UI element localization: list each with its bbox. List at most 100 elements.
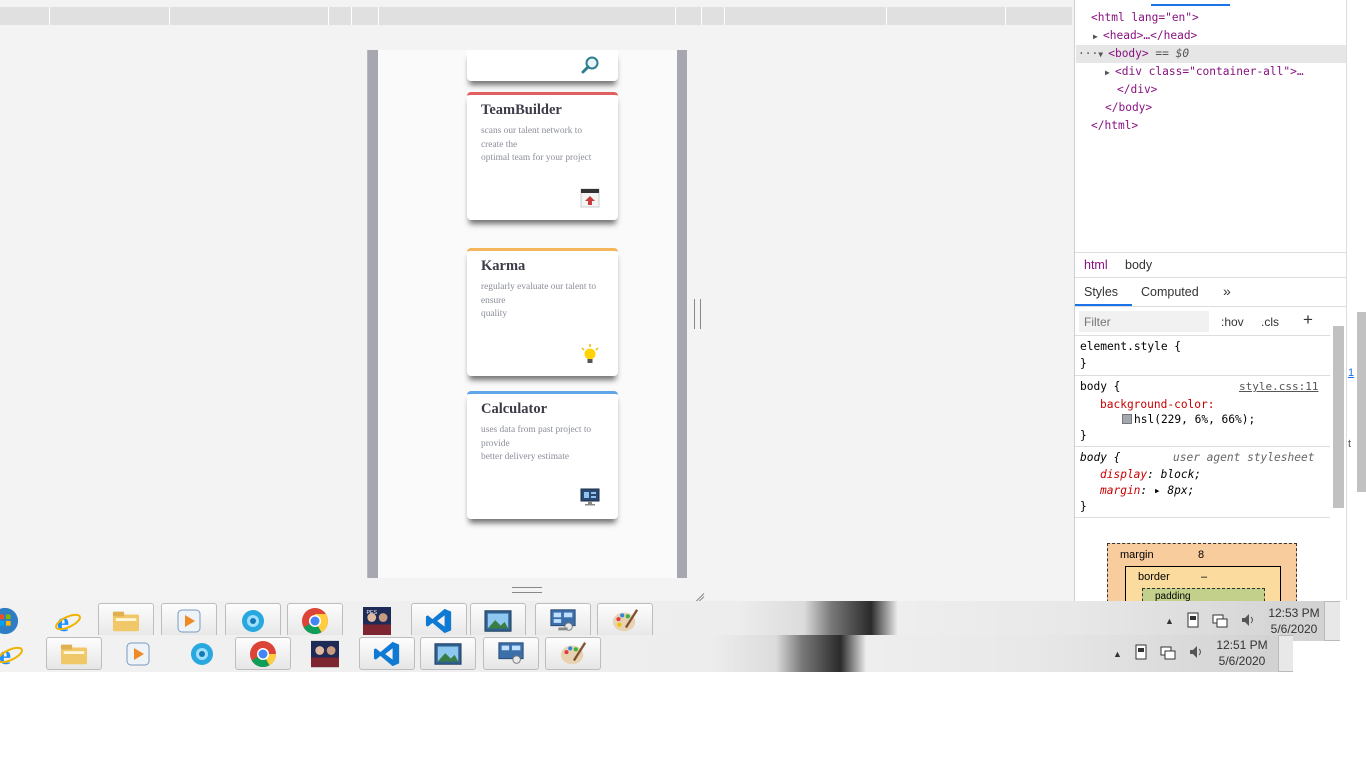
breadcrumb: html body	[1075, 252, 1346, 278]
card-calculator: Calculator uses data from past project t…	[467, 391, 618, 519]
device-resize-handle-corner[interactable]	[690, 583, 704, 597]
taskbar-remote-desktop-2[interactable]	[483, 637, 539, 670]
taskbar-paint-2[interactable]	[545, 637, 601, 670]
dom-node-body-close: </body>	[1105, 101, 1153, 114]
taskbar-game[interactable]: PES	[349, 603, 405, 639]
volume-icon[interactable]	[1240, 612, 1256, 631]
dom-node-html-close: </html>	[1091, 119, 1139, 132]
photo-viewer-icon	[434, 640, 462, 668]
football-game-icon	[311, 640, 339, 668]
show-desktop-button[interactable]	[1324, 601, 1340, 641]
taskbar-clock-2[interactable]: 12:51 PM 5/6/2020	[1210, 637, 1274, 669]
color-swatch[interactable]	[1122, 414, 1132, 424]
collapse-triangle-icon[interactable]: ▼	[1098, 46, 1108, 64]
football-game-icon: PES	[363, 607, 391, 635]
media-player-icon	[124, 640, 152, 668]
styles-tabbar: Styles Computed »	[1075, 279, 1346, 307]
new-rule-button[interactable]: +	[1303, 310, 1313, 330]
taskbar-remote-desktop[interactable]	[535, 603, 591, 639]
blank-area	[0, 672, 1366, 768]
network-icon[interactable]	[1212, 612, 1228, 631]
taskbar-chrome[interactable]	[287, 603, 343, 639]
photo-viewer-icon	[484, 607, 512, 635]
show-hidden-icons-icon[interactable]: ▲	[1113, 649, 1122, 659]
taskbar-explorer[interactable]	[98, 603, 154, 639]
screen: TeamBuilder scans our talent network to …	[0, 0, 1366, 768]
user-agent-rule: body { user agent stylesheet display: bl…	[1075, 448, 1330, 518]
card-title: Karma	[481, 258, 526, 274]
volume-icon[interactable]	[1188, 644, 1204, 663]
show-desktop-button-2[interactable]	[1278, 635, 1293, 672]
secondary-panel-edge: 1 t	[1346, 0, 1366, 600]
show-hidden-icons-icon[interactable]: ▲	[1165, 616, 1174, 626]
device-resize-handle-right[interactable]	[694, 299, 701, 329]
expand-triangle-icon[interactable]: ▶	[1105, 64, 1115, 82]
vscode-icon	[373, 640, 401, 668]
taskbar-chrome-2[interactable]	[235, 637, 291, 670]
hov-toggle[interactable]: :hov	[1221, 315, 1244, 329]
taskbar-ie-2[interactable]: e	[0, 637, 32, 670]
card-description: uses data from past project to provide b…	[481, 425, 592, 462]
start-orb-icon	[0, 607, 19, 635]
media-query-ruler[interactable]	[0, 7, 1072, 25]
dom-node-div[interactable]: ▶ <div class="container-all">…	[1105, 63, 1304, 82]
card-karma: Karma regularly evaluate our talent to e…	[467, 248, 618, 376]
card-partial-top	[467, 50, 618, 81]
tab-styles[interactable]: Styles	[1084, 285, 1118, 299]
element-style-rule[interactable]: element.style { }	[1075, 337, 1330, 376]
taskbar-browser-2[interactable]	[174, 637, 230, 670]
action-center-icon[interactable]	[1186, 612, 1200, 631]
taskbar-ie[interactable]: e	[40, 603, 96, 639]
browser-viewport: TeamBuilder scans our talent network to …	[0, 0, 1074, 603]
taskbar-media-player[interactable]	[161, 603, 217, 639]
taskbar-clock[interactable]: 12:53 PM 5/6/2020	[1262, 605, 1326, 637]
dom-node-html[interactable]: <html lang="en">	[1091, 9, 1199, 27]
devtools-panel: <html lang="en"> ▶ <head>…</head> ···▼ <bo…	[1074, 0, 1346, 603]
monitor-icon	[580, 487, 600, 507]
cls-toggle[interactable]: .cls	[1261, 315, 1279, 329]
secondary-scrollbar-thumb[interactable]	[1357, 312, 1366, 492]
taskbar-bottom: e ▲ 12:51 PM 5/6/2020	[0, 635, 1293, 672]
filter-input[interactable]	[1079, 311, 1209, 332]
media-player-icon	[175, 607, 203, 635]
breadcrumb-html[interactable]: html	[1084, 258, 1108, 272]
tab-computed[interactable]: Computed	[1141, 285, 1199, 299]
internet-explorer-icon: e	[54, 607, 82, 635]
responsive-device-frame: TeamBuilder scans our talent network to …	[367, 50, 687, 578]
box-model-diagram: margin 8 border – padding	[1107, 543, 1297, 603]
styles-scrollbar-thumb[interactable]	[1333, 326, 1344, 508]
calendar-icon	[580, 188, 600, 208]
body-style-rule[interactable]: body { style.css:11 background-color: hs…	[1075, 377, 1330, 447]
expand-triangle-icon[interactable]: ▶	[1093, 28, 1103, 46]
taskbar-paint[interactable]	[597, 603, 653, 639]
taskbar-vscode[interactable]	[411, 603, 467, 639]
taskbar-vscode-2[interactable]	[359, 637, 415, 670]
taskbar-browser[interactable]	[225, 603, 281, 639]
breadcrumb-body[interactable]: body	[1125, 258, 1152, 272]
taskbar-game-2[interactable]	[297, 637, 353, 670]
chrome-icon	[249, 640, 277, 668]
taskbar-photo-viewer-2[interactable]	[420, 637, 476, 670]
dom-node-head[interactable]: ▶ <head>…</head>	[1093, 27, 1197, 46]
network-icon[interactable]	[1160, 644, 1176, 663]
more-tabs-button[interactable]: »	[1223, 283, 1231, 299]
paint-icon	[611, 607, 639, 635]
device-resize-handle-bottom[interactable]	[512, 587, 542, 593]
file-explorer-icon	[60, 640, 88, 668]
remote-desktop-icon	[549, 607, 577, 635]
remote-desktop-icon	[497, 640, 525, 668]
dom-node-div-close: </div>	[1117, 83, 1158, 96]
card-description: regularly evaluate our talent to ensure …	[481, 282, 597, 319]
source-link[interactable]: style.css:11	[1239, 379, 1318, 395]
styles-filter-bar: :hov .cls +	[1075, 308, 1330, 336]
action-center-icon[interactable]	[1134, 644, 1148, 663]
dom-node-body[interactable]: ···▼ <body> == $0	[1078, 45, 1189, 64]
start-button[interactable]	[0, 603, 26, 639]
lightbulb-icon	[580, 344, 600, 364]
taskbar-media-player-2[interactable]	[110, 637, 166, 670]
browser-swirl-icon	[188, 640, 216, 668]
system-tray-2: ▲	[1113, 635, 1204, 672]
vscode-icon	[425, 607, 453, 635]
taskbar-explorer-2[interactable]	[46, 637, 102, 670]
taskbar-photo-viewer[interactable]	[470, 603, 526, 639]
